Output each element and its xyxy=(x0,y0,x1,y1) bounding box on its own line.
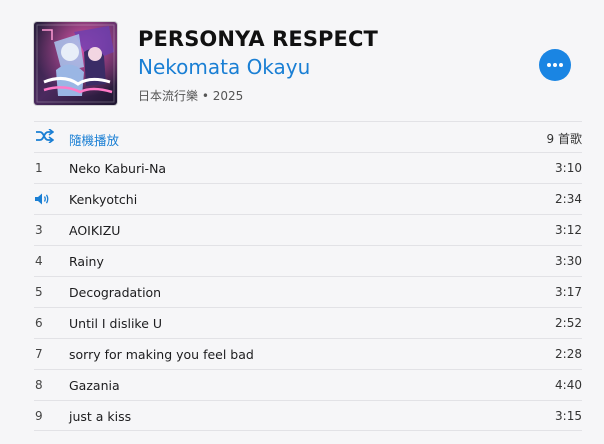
track-title: Rainy xyxy=(69,254,104,269)
track-duration: 3:12 xyxy=(555,223,582,237)
track-title: AOIKIZU xyxy=(69,223,121,238)
shuffle-label: 隨機播放 xyxy=(69,133,120,148)
more-options-button[interactable] xyxy=(539,49,571,81)
album-title: PERSONYA RESPECT xyxy=(138,27,378,51)
track-number: 4 xyxy=(35,254,43,268)
track-duration: 3:15 xyxy=(555,409,582,423)
shuffle-icon xyxy=(35,128,55,146)
track-row[interactable]: 8 Gazania 4:40 xyxy=(34,369,582,400)
track-number: 8 xyxy=(35,378,43,392)
album-cover-image[interactable] xyxy=(34,22,117,105)
track-duration: 4:40 xyxy=(555,378,582,392)
track-row[interactable]: 7 sorry for making you feel bad 2:28 xyxy=(34,338,582,369)
track-number: 7 xyxy=(35,347,43,361)
speaker-playing-icon xyxy=(35,193,51,208)
track-title: Gazania xyxy=(69,378,120,393)
track-duration: 3:10 xyxy=(555,161,582,175)
track-row[interactable]: 1 Neko Kaburi-Na 3:10 xyxy=(34,152,582,183)
track-duration: 3:30 xyxy=(555,254,582,268)
track-title: Kenkyotchi xyxy=(69,192,138,207)
track-row[interactable]: 9 just a kiss 3:15 xyxy=(34,400,582,431)
track-row[interactable]: 6 Until I dislike U 2:52 xyxy=(34,307,582,338)
album-header: PERSONYA RESPECT Nekomata Okayu 日本流行樂 • … xyxy=(34,22,584,106)
more-horizontal-icon xyxy=(547,63,551,67)
track-row-now-playing[interactable]: Kenkyotchi 2:34 xyxy=(34,183,582,214)
track-title: sorry for making you feel bad xyxy=(69,347,254,362)
track-duration: 3:17 xyxy=(555,285,582,299)
track-title: Decogradation xyxy=(69,285,162,300)
more-horizontal-icon-dot xyxy=(559,63,563,67)
track-number: 6 xyxy=(35,316,43,330)
track-duration: 2:52 xyxy=(555,316,582,330)
track-title: Until I dislike U xyxy=(69,316,163,331)
track-title: just a kiss xyxy=(69,409,132,424)
track-number: 5 xyxy=(35,285,43,299)
track-number: 9 xyxy=(35,409,43,423)
track-row[interactable]: 5 Decogradation 3:17 xyxy=(34,276,582,307)
track-row[interactable]: 4 Rainy 3:30 xyxy=(34,245,582,276)
album-page: PERSONYA RESPECT Nekomata Okayu 日本流行樂 • … xyxy=(0,0,604,444)
track-list: 隨機播放 9 首歌 1 Neko Kaburi-Na 3:10 Kenkyotc… xyxy=(34,121,582,431)
album-cover-art xyxy=(34,22,117,105)
track-number: 1 xyxy=(35,161,43,175)
track-row[interactable]: 3 AOIKIZU 3:12 xyxy=(34,214,582,245)
artist-link[interactable]: Nekomata Okayu xyxy=(138,55,310,79)
track-title: Neko Kaburi-Na xyxy=(69,161,167,176)
track-duration: 2:34 xyxy=(555,192,582,206)
track-duration: 2:28 xyxy=(555,347,582,361)
song-count: 9 首歌 xyxy=(546,132,582,146)
shuffle-play-button[interactable]: 隨機播放 9 首歌 xyxy=(34,121,582,152)
more-horizontal-icon-dot xyxy=(553,63,557,67)
album-meta: 日本流行樂 • 2025 xyxy=(138,89,244,103)
track-number: 3 xyxy=(35,223,43,237)
